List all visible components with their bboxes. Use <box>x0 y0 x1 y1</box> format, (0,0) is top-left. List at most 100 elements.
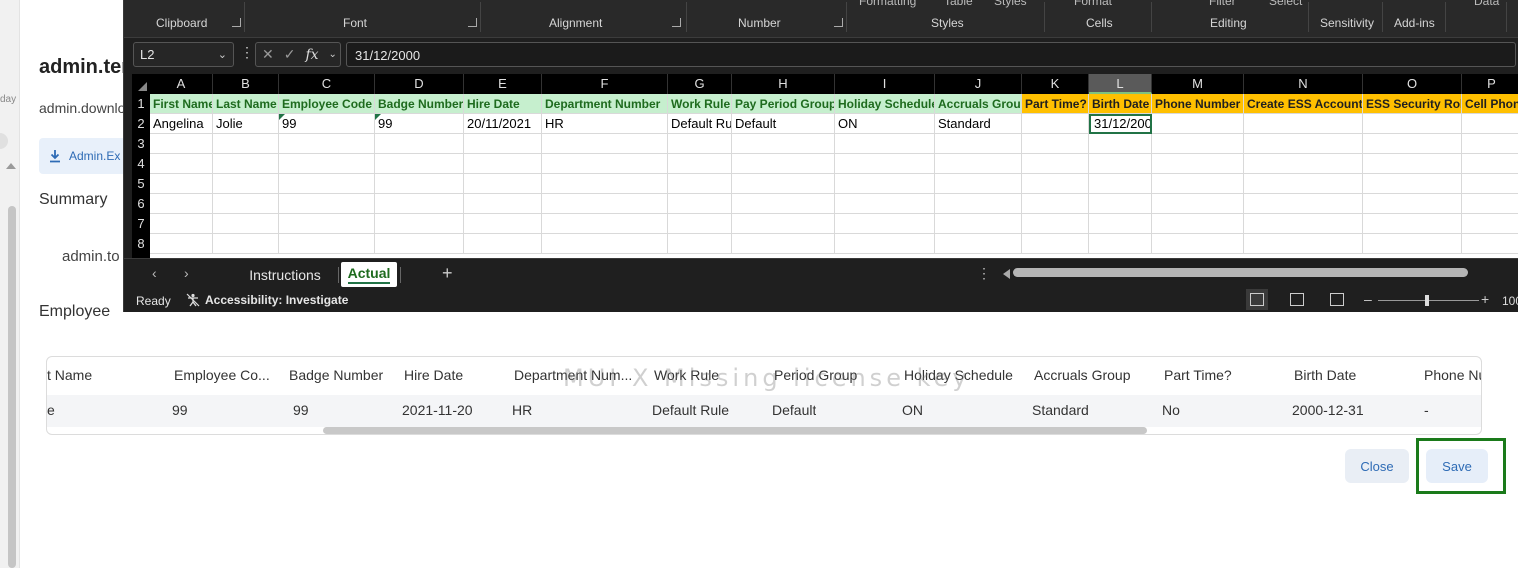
cell-a1[interactable]: First Name <box>150 94 213 114</box>
grid-col-header[interactable]: Phone Nu <box>1424 367 1481 383</box>
cell-e4[interactable] <box>464 154 542 174</box>
grid-cell[interactable]: 99 <box>293 402 309 418</box>
grid-col-header[interactable]: Birth Date <box>1294 367 1356 383</box>
cell-p6[interactable] <box>1462 194 1518 214</box>
ribbon-partial-label[interactable]: Table <box>944 0 973 8</box>
grid-cell[interactable]: Default Rule <box>652 402 729 418</box>
chevron-down-icon[interactable]: ⌄ <box>218 48 227 61</box>
column-header-m[interactable]: M <box>1152 74 1244 94</box>
more-options-icon[interactable]: ⋮ <box>240 44 254 61</box>
cell-g5[interactable] <box>668 174 732 194</box>
grid-cell[interactable]: No <box>1162 402 1180 418</box>
cell-f5[interactable] <box>542 174 668 194</box>
cell-i4[interactable] <box>835 154 935 174</box>
grid-cell[interactable]: HR <box>512 402 532 418</box>
cell-e5[interactable] <box>464 174 542 194</box>
cell-o2[interactable] <box>1363 114 1462 134</box>
more-options-icon[interactable]: ⋮ <box>977 265 991 282</box>
grid-cell[interactable]: 99 <box>172 402 188 418</box>
cell-a6[interactable] <box>150 194 213 214</box>
chevron-right-icon[interactable]: › <box>184 265 189 281</box>
cell-j6[interactable] <box>935 194 1022 214</box>
collapse-knob[interactable] <box>0 133 8 149</box>
cell-l7[interactable] <box>1089 214 1152 234</box>
grid-col-header[interactable]: Department Num... <box>514 367 639 383</box>
grid-col-header[interactable]: Period Group <box>774 367 857 383</box>
cell-d5[interactable] <box>375 174 464 194</box>
grid-cell[interactable]: Standard <box>1032 402 1089 418</box>
cell-d1[interactable]: Badge Number <box>375 94 464 114</box>
cancel-icon[interactable]: ✕ <box>262 46 274 63</box>
cell-d4[interactable] <box>375 154 464 174</box>
grid-cell[interactable]: - <box>1424 402 1429 418</box>
cell-c1[interactable]: Employee Code <box>279 94 375 114</box>
cell-n3[interactable] <box>1244 134 1363 154</box>
dialog-launcher-icon[interactable] <box>834 18 843 27</box>
dialog-launcher-icon[interactable] <box>672 18 681 27</box>
cell-i6[interactable] <box>835 194 935 214</box>
cell-d8[interactable] <box>375 234 464 254</box>
cell-o1[interactable]: ESS Security Role <box>1363 94 1462 114</box>
cell-h7[interactable] <box>732 214 835 234</box>
cell-g3[interactable] <box>668 134 732 154</box>
cell-h5[interactable] <box>732 174 835 194</box>
cell-k1[interactable]: Part Time? <box>1022 94 1089 114</box>
cell-n7[interactable] <box>1244 214 1363 234</box>
cell-f8[interactable] <box>542 234 668 254</box>
cell-a7[interactable] <box>150 214 213 234</box>
cell-f7[interactable] <box>542 214 668 234</box>
ribbon-partial-label[interactable]: Select <box>1269 0 1302 8</box>
cell-p8[interactable] <box>1462 234 1518 254</box>
cell-i7[interactable] <box>835 214 935 234</box>
cell-l4[interactable] <box>1089 154 1152 174</box>
cell-i3[interactable] <box>835 134 935 154</box>
cell-o4[interactable] <box>1363 154 1462 174</box>
cell-j5[interactable] <box>935 174 1022 194</box>
close-button[interactable]: Close <box>1345 449 1409 483</box>
tab-actual[interactable]: Actual <box>341 262 397 287</box>
cell-c7[interactable] <box>279 214 375 234</box>
accessibility-status[interactable]: Accessibility: Investigate <box>186 293 348 307</box>
cell-f4[interactable] <box>542 154 668 174</box>
cell-p2[interactable] <box>1462 114 1518 134</box>
row-header-8[interactable]: 8 <box>132 234 150 254</box>
cell-c6[interactable] <box>279 194 375 214</box>
cell-e3[interactable] <box>464 134 542 154</box>
cell-f6[interactable] <box>542 194 668 214</box>
cell-d7[interactable] <box>375 214 464 234</box>
grid-col-header[interactable]: Accruals Group <box>1034 367 1130 383</box>
cell-k5[interactable] <box>1022 174 1089 194</box>
cell-l5[interactable] <box>1089 174 1152 194</box>
column-header-e[interactable]: E <box>464 74 542 94</box>
cell-m5[interactable] <box>1152 174 1244 194</box>
cell-a8[interactable] <box>150 234 213 254</box>
cell-b8[interactable] <box>213 234 279 254</box>
grid-cell[interactable]: Default <box>772 402 816 418</box>
column-header-n[interactable]: N <box>1244 74 1363 94</box>
cell-g6[interactable] <box>668 194 732 214</box>
cell-k8[interactable] <box>1022 234 1089 254</box>
row-header-7[interactable]: 7 <box>132 214 150 234</box>
cell-b2[interactable]: Jolie <box>213 114 279 134</box>
cell-b5[interactable] <box>213 174 279 194</box>
cell-g7[interactable] <box>668 214 732 234</box>
cell-e1[interactable]: Hire Date <box>464 94 542 114</box>
horizontal-scrollbar[interactable] <box>1013 268 1468 277</box>
cell-j3[interactable] <box>935 134 1022 154</box>
column-header-p[interactable]: P <box>1462 74 1518 94</box>
cell-a2[interactable]: Angelina <box>150 114 213 134</box>
column-header-g[interactable]: G <box>668 74 732 94</box>
cell-b7[interactable] <box>213 214 279 234</box>
cell-n5[interactable] <box>1244 174 1363 194</box>
grid-col-header[interactable]: Badge Number <box>289 367 383 383</box>
scroll-up-icon[interactable] <box>6 163 16 169</box>
ribbon-partial-label[interactable]: Formatting <box>859 0 916 8</box>
cell-m4[interactable] <box>1152 154 1244 174</box>
cell-o5[interactable] <box>1363 174 1462 194</box>
ribbon-partial-label[interactable]: Format <box>1074 0 1112 8</box>
cell-c3[interactable] <box>279 134 375 154</box>
formula-input[interactable]: 31/12/2000 <box>346 42 1516 67</box>
cell-a5[interactable] <box>150 174 213 194</box>
select-all-corner[interactable] <box>132 74 150 94</box>
cell-p1[interactable]: Cell Phone <box>1462 94 1518 114</box>
